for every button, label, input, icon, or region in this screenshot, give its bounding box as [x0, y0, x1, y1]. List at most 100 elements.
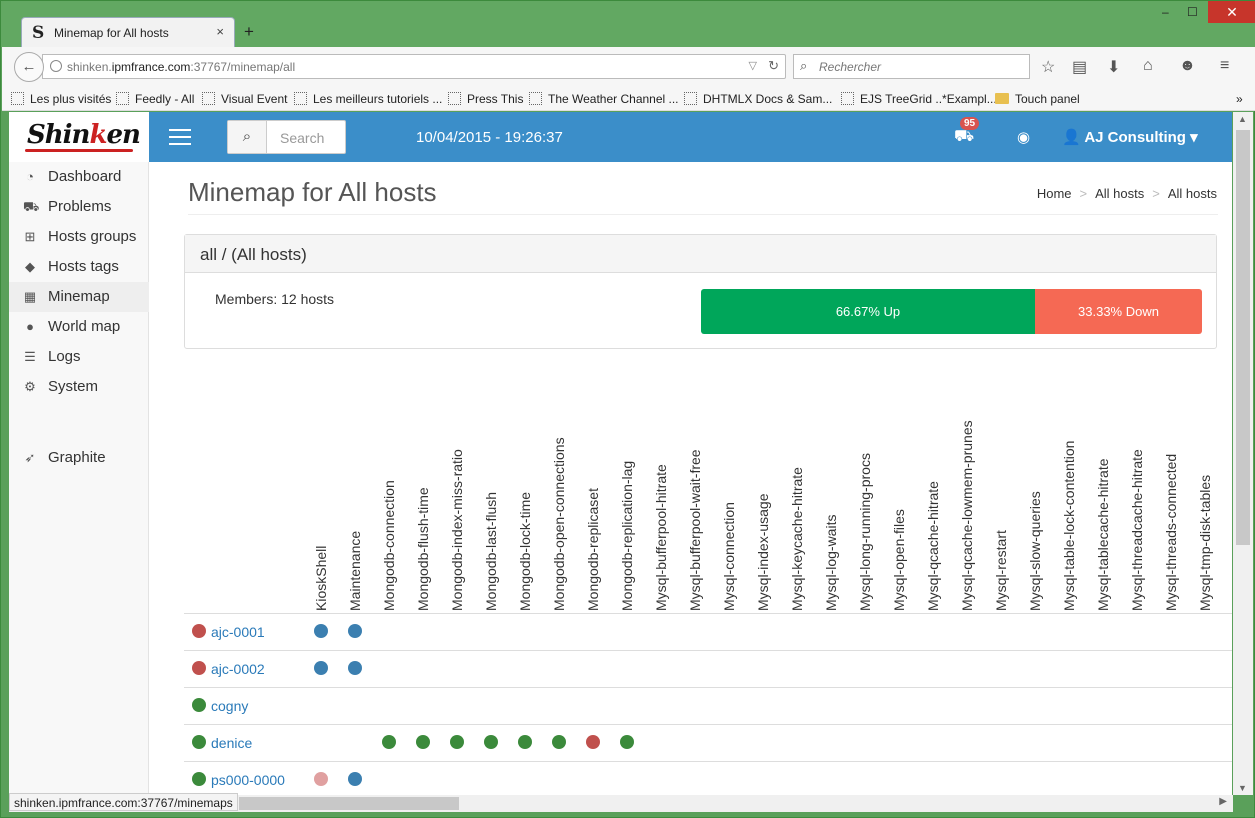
bookmark-item[interactable]: Feedly - All — [116, 92, 194, 106]
column-header[interactable]: Mysql-qcache-hitrate — [916, 377, 950, 613]
bookmark-item[interactable]: Les meilleurs tutoriels ... — [294, 92, 442, 106]
vertical-scrollbar[interactable]: ▲ ▼ — [1233, 112, 1253, 795]
breadcrumb-all-hosts[interactable]: All hosts — [1095, 186, 1144, 201]
host-link[interactable]: cogny — [211, 698, 248, 714]
column-header[interactable]: Mysql-open-files — [882, 377, 916, 613]
column-header[interactable]: Mongodb-flush-time — [406, 377, 440, 613]
service-status-dot[interactable] — [348, 661, 362, 675]
bookmark-star-icon[interactable]: ☆ — [1041, 57, 1055, 77]
close-tab-icon[interactable]: × — [216, 24, 224, 39]
bookmark-item[interactable]: Visual Event — [202, 92, 288, 106]
scroll-thumb[interactable] — [239, 797, 459, 810]
service-status-dot[interactable] — [314, 772, 328, 786]
column-header[interactable]: Mysql-restart — [984, 377, 1018, 613]
bookmark-item[interactable]: Les plus visités — [11, 92, 111, 106]
column-header[interactable]: Mysql-connection — [712, 377, 746, 613]
column-header[interactable]: Mysql-bufferpool-wait-free — [678, 377, 712, 613]
bookmark-item[interactable]: The Weather Channel ... — [529, 92, 679, 106]
column-header[interactable]: Mysql-index-usage — [746, 377, 780, 613]
sidebar-item-system[interactable]: ⚙ System — [9, 372, 149, 402]
column-header[interactable]: Mongodb-replicaset — [576, 377, 610, 613]
host-status-dot — [192, 698, 206, 712]
browser-search-input[interactable]: ⌕ Rechercher — [793, 54, 1030, 79]
service-status-dot[interactable] — [348, 772, 362, 786]
maximize-icon[interactable]: ☐ — [1187, 5, 1198, 19]
scroll-up-icon[interactable]: ▲ — [1238, 114, 1247, 124]
column-header[interactable]: Mongodb-replication-lag — [610, 377, 644, 613]
window-close-button[interactable]: ✕ — [1208, 1, 1255, 23]
menu-icon[interactable]: ≡ — [1220, 57, 1229, 75]
scroll-thumb[interactable] — [1236, 130, 1250, 545]
scroll-right-icon[interactable]: ▶ — [1219, 796, 1227, 807]
column-header[interactable]: Mysql-long-running-procs — [848, 377, 882, 613]
more-bookmarks-icon[interactable]: » — [1236, 92, 1243, 106]
reading-list-icon[interactable]: ▤ — [1072, 57, 1087, 77]
breadcrumb-home[interactable]: Home — [1037, 186, 1072, 201]
column-header[interactable]: Mysql-keycache-hitrate — [780, 377, 814, 613]
column-header[interactable]: Mysql-threadcache-hitrate — [1120, 377, 1154, 613]
column-header[interactable]: Mysql-tablecache-hitrate — [1086, 377, 1120, 613]
sidebar-item-problems[interactable]: ⛟ Problems — [9, 192, 149, 222]
column-header[interactable]: Mongodb-open-connections — [542, 377, 576, 613]
sidebar-item-dashboard[interactable]: ◔ Dashboard — [9, 162, 149, 192]
back-button[interactable]: ← — [14, 52, 44, 82]
column-header[interactable]: Mysql-log-waits — [814, 377, 848, 613]
service-status-dot[interactable] — [552, 735, 566, 749]
search-icon: ⌕ — [800, 58, 808, 73]
hamburger-menu-icon[interactable] — [169, 129, 191, 145]
reload-icon[interactable]: ↻ — [768, 58, 779, 74]
host-link[interactable]: ajc-0001 — [211, 624, 265, 640]
home-icon[interactable]: ⌂ — [1143, 57, 1153, 75]
bookmark-item[interactable]: EJS TreeGrid ..*Exampl... — [841, 92, 997, 106]
service-status-dot[interactable] — [518, 735, 532, 749]
column-header[interactable]: Mysql-threads-connected — [1154, 377, 1188, 613]
column-header[interactable]: KioskShell — [304, 377, 338, 613]
host-link[interactable]: denice — [211, 735, 252, 751]
bookmark-item[interactable]: DHTMLX Docs & Sam... — [684, 92, 832, 106]
browser-tab[interactable]: S Minemap for All hosts × — [21, 17, 235, 48]
column-header[interactable]: Mysql-bufferpool-hitrate — [644, 377, 678, 613]
column-header[interactable]: Mysql-table-lock-contention — [1052, 377, 1086, 613]
service-status-dot[interactable] — [348, 624, 362, 638]
new-tab-button[interactable]: + — [244, 22, 254, 42]
service-status-dot[interactable] — [586, 735, 600, 749]
service-status-dot[interactable] — [314, 624, 328, 638]
sidebar-item-hosts-groups[interactable]: ⊞ Hosts groups — [9, 222, 149, 252]
url-bar[interactable]: shinken.ipmfrance.com:37767/minemap/all … — [42, 54, 786, 79]
host-status-dot — [192, 772, 206, 786]
sidebar-item-minemap[interactable]: ▦ Minemap — [9, 282, 149, 312]
host-link[interactable]: ajc-0002 — [211, 661, 265, 677]
column-header[interactable]: Mongodb-index-miss-ratio — [440, 377, 474, 613]
app-search-input[interactable]: ⌕ Search — [227, 120, 346, 154]
sidebar-item-graphite[interactable]: ➶ Graphite — [9, 443, 149, 473]
bookmark-item[interactable]: Touch panel — [995, 92, 1080, 106]
service-status-dot[interactable] — [314, 661, 328, 675]
column-header[interactable]: Mysql-slow-queries — [1018, 377, 1052, 613]
service-status-dot[interactable] — [416, 735, 430, 749]
dropdown-arrow-icon[interactable]: ▽ — [749, 59, 757, 72]
shinken-logo[interactable]: Shinken — [9, 112, 149, 162]
scroll-down-icon[interactable]: ▼ — [1238, 783, 1247, 793]
column-header[interactable]: Mongodb-last-flush — [474, 377, 508, 613]
eye-icon[interactable]: ◉ — [1017, 128, 1030, 146]
user-menu[interactable]: 👤 AJ Consulting ▾ — [1062, 128, 1198, 146]
sidebar-item-world-map[interactable]: ● World map — [9, 312, 149, 342]
column-header[interactable]: Maintenance — [338, 377, 372, 613]
chat-icon[interactable]: ☻ — [1179, 57, 1196, 75]
minimize-icon[interactable]: – — [1162, 5, 1169, 19]
host-link[interactable]: ps000-0000 — [211, 772, 285, 788]
column-header[interactable]: Mongodb-connection — [372, 377, 406, 613]
bookmark-item[interactable]: Press This — [448, 92, 523, 106]
column-header[interactable]: Mysql-tmp-disk-tables — [1188, 377, 1222, 613]
problems-alert-icon[interactable]: ⛟ — [954, 127, 974, 147]
service-status-dot[interactable] — [620, 735, 634, 749]
column-header[interactable]: Mongodb-lock-time — [508, 377, 542, 613]
column-header[interactable]: Mysql-qcache-lowmem-prunes — [950, 377, 984, 613]
service-status-dot[interactable] — [450, 735, 464, 749]
download-icon[interactable]: ⬇ — [1107, 57, 1120, 77]
service-status-dot[interactable] — [382, 735, 396, 749]
sidebar-item-hosts-tags[interactable]: ◆ Hosts tags — [9, 252, 149, 282]
search-icon[interactable]: ⌕ — [228, 121, 267, 153]
sidebar-item-logs[interactable]: ☰ Logs — [9, 342, 149, 372]
service-status-dot[interactable] — [484, 735, 498, 749]
